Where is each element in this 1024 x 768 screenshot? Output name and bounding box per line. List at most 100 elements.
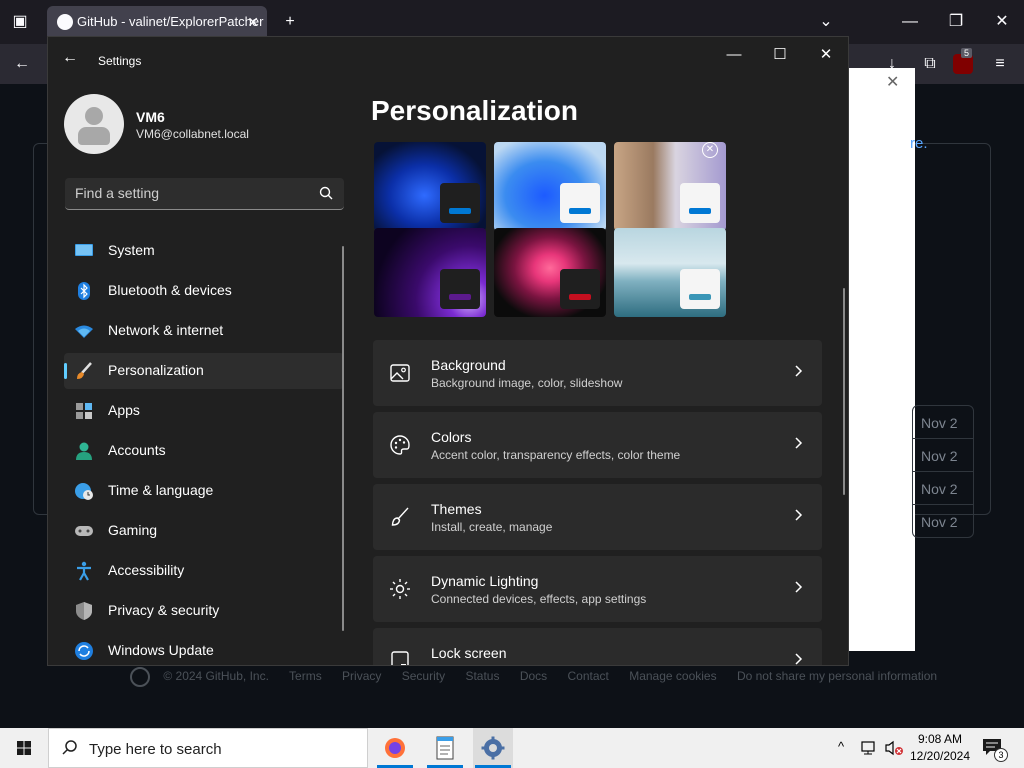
github-footer: © 2024 GitHub, Inc. Terms Privacy Securi… [130, 667, 954, 687]
browser-tab[interactable]: GitHub - valinet/ExplorerPatcher ✕ [47, 6, 267, 38]
page-title: Personalization [371, 95, 578, 126]
sidebar-item-label: Personalization [108, 362, 204, 378]
background-card[interactable]: Background Background image, color, slid… [373, 340, 822, 406]
accessibility-icon [77, 561, 91, 581]
footer-link[interactable]: Docs [520, 669, 547, 683]
search-box[interactable] [65, 178, 344, 210]
notification-count-badge: 3 [994, 748, 1008, 762]
firefox-icon [385, 738, 405, 758]
sidebar-item-label: Windows Update [108, 642, 214, 658]
chevron-right-icon [795, 581, 803, 593]
volume-muted-icon[interactable] [884, 740, 904, 756]
theme-tile-sunrise[interactable] [614, 228, 726, 317]
theme-tile-windows-dark[interactable] [374, 142, 486, 231]
system-icon [75, 244, 93, 256]
sidebar-item-accessibility[interactable]: Accessibility [64, 553, 344, 589]
restore-icon[interactable]: ❐ [944, 10, 968, 34]
lock-screen-card[interactable]: Lock screen [373, 628, 822, 665]
footer-link[interactable]: Contact [568, 669, 609, 683]
sidebar-item-windows-update[interactable]: Windows Update [64, 633, 344, 665]
taskbar-firefox[interactable] [375, 728, 415, 768]
sidebar-item-network[interactable]: Network & internet [64, 313, 344, 349]
tab-close-icon[interactable]: ✕ [247, 6, 259, 38]
extensions-icon[interactable]: ⧉ [918, 52, 942, 76]
tab-overflow-icon[interactable]: ⌄ [814, 10, 838, 34]
sidebar-item-gaming[interactable]: Gaming [64, 513, 344, 549]
sidebar-scrollbar[interactable] [342, 246, 344, 631]
back-arrow-icon[interactable]: ← [10, 52, 34, 76]
extension-badge: 5 [961, 48, 973, 58]
accent-swatch [449, 208, 471, 214]
profile-name: VM6 [136, 109, 165, 125]
search-icon[interactable] [317, 184, 337, 204]
themes-card[interactable]: Themes Install, create, manage [373, 484, 822, 550]
footer-link[interactable]: Security [402, 669, 445, 683]
sidebar-item-label: Bluetooth & devices [108, 282, 232, 298]
sidebar-item-bluetooth[interactable]: Bluetooth & devices [64, 273, 344, 309]
github-link[interactable]: re. [910, 135, 928, 152]
github-logo-icon [130, 667, 150, 687]
maximize-icon[interactable]: ☐ [757, 43, 803, 67]
taskbar-settings[interactable] [473, 728, 513, 768]
chevron-up-icon[interactable]: ^ [838, 739, 844, 754]
sidebar-item-personalization[interactable]: Personalization [64, 353, 344, 389]
theme-tile-flow[interactable] [494, 228, 606, 317]
close-icon[interactable]: ✕ [803, 43, 848, 67]
settings-window: ← Settings — ☐ ✕ VM6 VM6@collabnet.local… [47, 36, 849, 666]
chevron-right-icon [795, 365, 803, 377]
content-scrollbar[interactable] [843, 288, 845, 495]
footer-copyright: © 2024 GitHub, Inc. [163, 669, 269, 684]
theme-tile-windows-light[interactable] [494, 142, 606, 231]
minimize-icon[interactable]: — [711, 43, 757, 67]
profile-email: VM6@collabnet.local [136, 127, 249, 141]
new-tab-button[interactable]: + [278, 10, 302, 34]
card-title: Lock screen [431, 645, 507, 661]
chevron-right-icon [795, 509, 803, 521]
footer-link[interactable]: Do not share my personal information [737, 669, 937, 683]
back-arrow-icon[interactable]: ← [62, 49, 78, 67]
footer-link[interactable]: Manage cookies [629, 669, 716, 683]
notepad-icon [436, 736, 454, 760]
avatar[interactable] [64, 94, 124, 154]
theme-tile-glow[interactable]: ✕ [614, 142, 726, 231]
update-icon [75, 642, 93, 660]
accent-swatch [569, 294, 591, 300]
sidebar-item-time-language[interactable]: Time & language [64, 473, 344, 509]
sidebar-item-label: Apps [108, 402, 140, 418]
minimize-icon[interactable]: — [898, 10, 922, 34]
lighting-icon [390, 579, 410, 599]
theme-tile-captured-motion[interactable] [374, 228, 486, 317]
paintbrush-icon [77, 362, 92, 379]
taskbar: Type here to search ^ 9:08 AM 12/20/2024… [0, 728, 1024, 768]
network-icon[interactable] [861, 740, 879, 756]
tab-list-icon[interactable]: ▣ [8, 10, 32, 34]
footer-link[interactable]: Status [465, 669, 499, 683]
dynamic-lighting-card[interactable]: Dynamic Lighting Connected devices, effe… [373, 556, 822, 622]
sidebar-item-label: Time & language [108, 482, 214, 498]
windows-start-icon[interactable] [0, 728, 48, 768]
clock-time[interactable]: 9:08 AM [912, 732, 968, 746]
footer-link[interactable]: Terms [289, 669, 322, 683]
date-cell: Nov 2 [912, 471, 974, 505]
sidebar-item-privacy[interactable]: Privacy & security [64, 593, 344, 629]
dialog-close-icon[interactable]: ✕ [886, 72, 899, 92]
theme-close-icon[interactable]: ✕ [702, 142, 718, 158]
colors-card[interactable]: Colors Accent color, transparency effect… [373, 412, 822, 478]
clock-date[interactable]: 12/20/2024 [908, 749, 972, 763]
taskbar-notepad[interactable] [425, 728, 465, 768]
ublock-icon[interactable]: 5 [953, 48, 973, 74]
close-icon[interactable]: ✕ [990, 10, 1014, 34]
gamepad-icon [75, 526, 93, 536]
footer-link[interactable]: Privacy [342, 669, 381, 683]
sidebar-item-label: System [108, 242, 155, 258]
date-cell: Nov 2 [912, 504, 974, 538]
sidebar-item-accounts[interactable]: Accounts [64, 433, 344, 469]
taskbar-search-box[interactable]: Type here to search [48, 728, 368, 768]
search-icon [62, 740, 77, 755]
sidebar-item-apps[interactable]: Apps [64, 393, 344, 429]
accent-swatch [689, 208, 711, 214]
sidebar-item-system[interactable]: System [64, 233, 344, 269]
wifi-icon [75, 325, 93, 338]
search-input[interactable] [65, 178, 305, 208]
menu-icon[interactable]: ≡ [988, 52, 1012, 76]
